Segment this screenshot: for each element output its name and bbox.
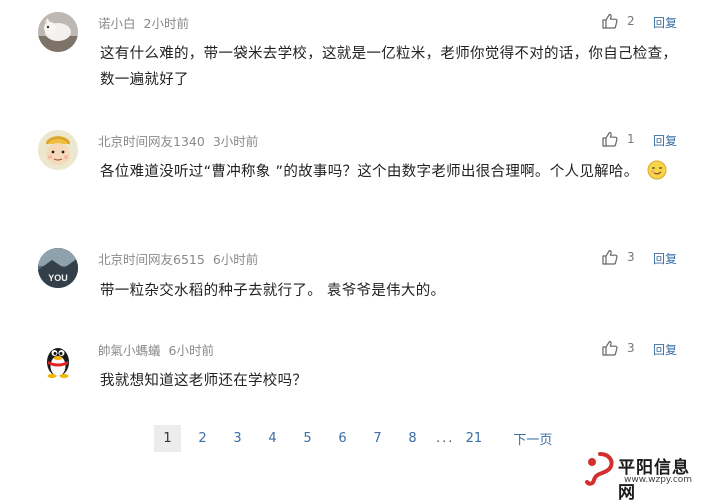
like-count: 3 [627, 341, 635, 355]
page-last[interactable]: 21 [460, 425, 487, 452]
reply-button[interactable]: 回复 [653, 250, 677, 267]
comment-text: 我就想知道这老师还在学校吗？ [100, 373, 308, 389]
thumbs-up-icon [602, 131, 618, 147]
comment-text: 这有什么难的，带一袋米去学校，这就是一亿粒米，老师你觉得不对的话，你自己检查，数… [100, 46, 678, 88]
pagination: 1 2 3 4 5 6 7 8 ... 21 下一页 [154, 424, 552, 452]
like-count: 2 [627, 14, 635, 28]
watermark-url: www.wzpy.com [624, 475, 693, 485]
like-button[interactable]: 3 [601, 248, 635, 266]
page-7[interactable]: 7 [364, 425, 391, 452]
qq-penguin-icon [47, 348, 69, 378]
you-photo-icon: YOU [38, 248, 78, 288]
like-button[interactable]: 2 [601, 12, 635, 30]
comment-item: 北京时间网友1340 3小时前 1 回复 各位难道没听过“曹冲称象 ”的故事吗？这… [0, 118, 711, 236]
comment-text-content: 各位难道没听过“曹冲称象 ”的故事吗？这个由数字老师出很合理啊。个人见解哈。 [100, 164, 639, 180]
reply-button[interactable]: 回复 [653, 14, 677, 31]
avatar-text: YOU [48, 273, 68, 283]
white-cat-photo-icon [38, 12, 78, 52]
timestamp: 3小时前 [212, 134, 259, 149]
reply-button[interactable]: 回复 [653, 341, 677, 358]
thumbs-up-icon [602, 249, 618, 265]
comment-meta: 北京时间网友6515 6小时前 [98, 249, 258, 268]
comment-item: YOU 北京时间网友6515 6小时前 3 回复 带一粒杂交水稻的种子去就行了。 … [0, 236, 711, 336]
thumbs-up-icon [602, 13, 618, 29]
next-page-button[interactable]: 下一页 [513, 429, 552, 448]
avatar[interactable] [38, 339, 78, 379]
username[interactable]: 北京时间网友1340 [98, 134, 205, 149]
site-logo-icon [585, 452, 614, 486]
page-5[interactable]: 5 [294, 425, 321, 452]
reply-button[interactable]: 回复 [653, 132, 677, 149]
comment-text: 各位难道没听过“曹冲称象 ”的故事吗？这个由数字老师出很合理啊。个人见解哈。 [100, 159, 690, 185]
timestamp: 2小时前 [143, 16, 189, 31]
comment-item: 帥氣小螞蟻 6小时前 3 回复 我就想知道这老师还在学校吗？ [0, 327, 711, 417]
comment-text: 带一粒杂交水稻的种子去就行了。 袁爷爷是伟大的。 [100, 283, 446, 299]
avatar[interactable]: YOU [38, 248, 78, 288]
page-8[interactable]: 8 [399, 425, 426, 452]
username[interactable]: 北京时间网友6515 [98, 252, 205, 267]
username[interactable]: 帥氣小螞蟻 [98, 343, 161, 358]
comment-meta: 帥氣小螞蟻 6小时前 [98, 340, 214, 359]
site-watermark: 平阳信息网 www.wzpy.com [582, 450, 707, 503]
thumbs-up-icon [602, 340, 618, 356]
like-button[interactable]: 3 [601, 339, 635, 357]
page-1[interactable]: 1 [154, 424, 181, 452]
page-4[interactable]: 4 [259, 425, 286, 452]
avatar[interactable] [38, 12, 78, 52]
like-button[interactable]: 1 [601, 130, 635, 148]
username[interactable]: 诺小白 [98, 16, 136, 31]
avatar[interactable] [38, 130, 78, 170]
comment-meta: 北京时间网友1340 3小时前 [98, 131, 258, 150]
cartoon-face-icon [38, 130, 78, 170]
page-3[interactable]: 3 [224, 425, 251, 452]
comment-item: 诺小白 2小时前 2 回复 这有什么难的，带一袋米去学校，这就是一亿粒米，老师你觉… [0, 0, 711, 118]
like-count: 1 [627, 132, 635, 146]
page-6[interactable]: 6 [329, 425, 356, 452]
page-2[interactable]: 2 [189, 425, 216, 452]
smirk-emoji-icon [647, 160, 667, 180]
comment-meta: 诺小白 2小时前 [98, 13, 189, 32]
timestamp: 6小时前 [168, 343, 214, 358]
like-count: 3 [627, 250, 635, 264]
timestamp: 6小时前 [212, 252, 259, 267]
pagination-ellipsis: ... [436, 430, 455, 446]
